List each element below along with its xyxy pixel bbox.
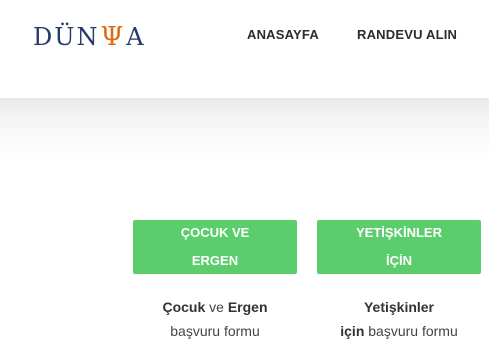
child-desc-bold1: Çocuk <box>162 299 206 315</box>
child-desc-line2: başvuru formu <box>170 323 260 339</box>
child-button-line2: ERGEN <box>191 253 239 268</box>
nav-link-appointment[interactable]: RANDEVU ALIN <box>357 27 457 42</box>
child-button-line1: ÇOCUK VE <box>180 225 250 240</box>
psi-icon: Ψ <box>100 22 126 52</box>
adult-desc-bold1: Yetişkinler <box>363 299 435 315</box>
site-header: DÜN Ψ A ANASAYFA RANDEVU ALIN <box>0 0 489 98</box>
dunya-logo[interactable]: DÜN Ψ A <box>33 22 146 52</box>
logo-text-left: DÜN <box>33 23 100 51</box>
header-shadow <box>0 98 489 158</box>
logo-text-right: A <box>126 23 146 51</box>
adult-desc-rest: başvuru formu <box>364 323 458 339</box>
child-desc-bold2: Ergen <box>227 299 268 315</box>
nav-link-home[interactable]: ANASAYFA <box>247 27 319 42</box>
adult-button-line2: İÇİN <box>386 253 412 268</box>
child-desc-mid: ve <box>205 299 228 315</box>
adult-desc-bold2: için <box>340 323 365 339</box>
adult-button-line1: YETİŞKİNLER <box>356 225 442 240</box>
child-form-description: Çocuk ve Ergen başvuru formu <box>133 295 297 343</box>
child-adolescent-button[interactable]: ÇOCUK VE ERGEN <box>133 220 297 274</box>
adult-form-description: Yetişkinler için başvuru formu <box>317 295 481 343</box>
adult-button[interactable]: YETİŞKİNLER İÇİN <box>317 220 481 274</box>
